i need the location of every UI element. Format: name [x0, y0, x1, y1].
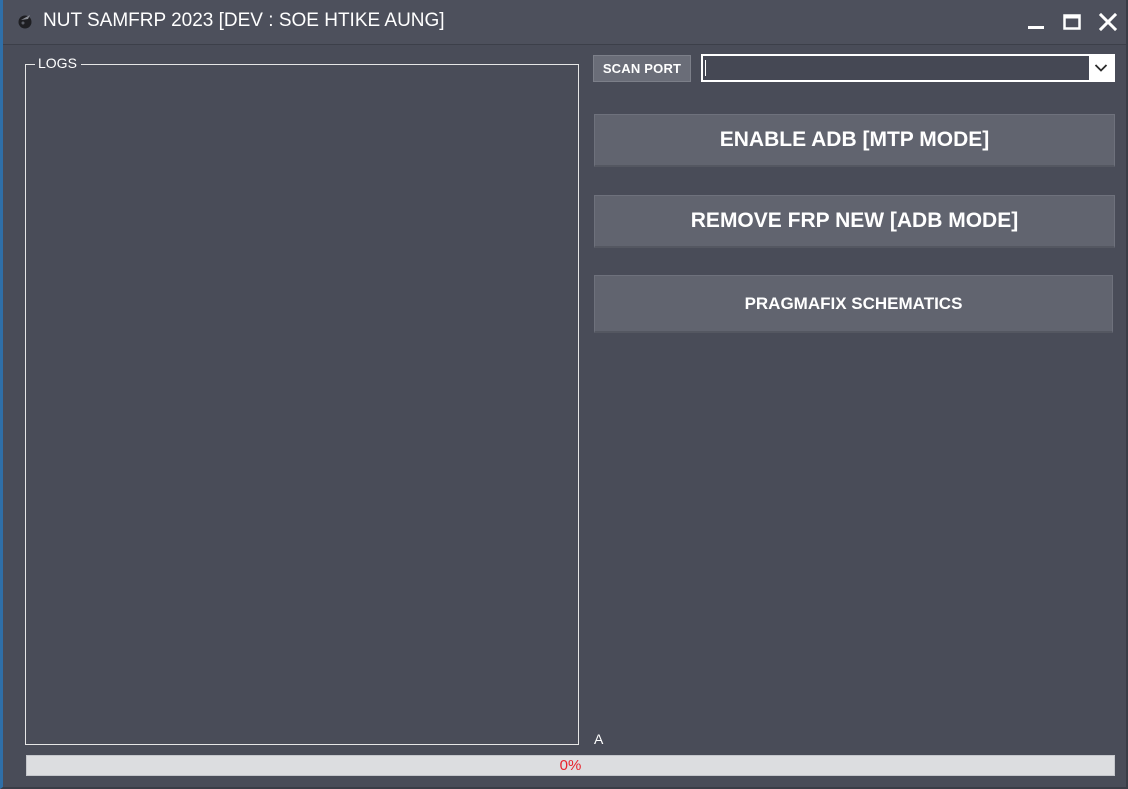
app-logo-icon [18, 15, 32, 29]
chevron-down-icon [1094, 64, 1108, 72]
logs-group-label: LOGS [35, 55, 81, 71]
minimize-button[interactable] [1021, 8, 1051, 36]
pragmafix-schematics-button[interactable]: PRAGMAFIX SCHEMATICS [594, 275, 1113, 333]
port-dropdown[interactable] [701, 54, 1115, 82]
window-title: NUT SAMFRP 2023 [DEV : SOE HTIKE AUNG] [43, 10, 445, 31]
progress-percent: 0% [559, 757, 582, 774]
dropdown-toggle[interactable] [1089, 56, 1113, 80]
app-window: NUT SAMFRP 2023 [DEV : SOE HTIKE AUNG] L… [0, 0, 1128, 789]
remove-frp-button[interactable]: REMOVE FRP NEW [ADB MODE] [594, 195, 1115, 248]
progress-bar: 0% [26, 755, 1115, 776]
minimize-icon [1028, 26, 1044, 29]
close-icon [1098, 12, 1118, 32]
status-label: A [594, 731, 604, 747]
scan-port-button[interactable]: SCAN PORT [593, 55, 691, 82]
enable-adb-button[interactable]: ENABLE ADB [MTP MODE] [594, 114, 1115, 167]
logs-textbox[interactable] [25, 64, 579, 745]
maximize-button[interactable] [1057, 8, 1087, 36]
close-button[interactable] [1093, 8, 1123, 36]
text-caret [705, 60, 706, 76]
maximize-icon [1063, 14, 1081, 30]
title-bar[interactable]: NUT SAMFRP 2023 [DEV : SOE HTIKE AUNG] [3, 0, 1126, 45]
